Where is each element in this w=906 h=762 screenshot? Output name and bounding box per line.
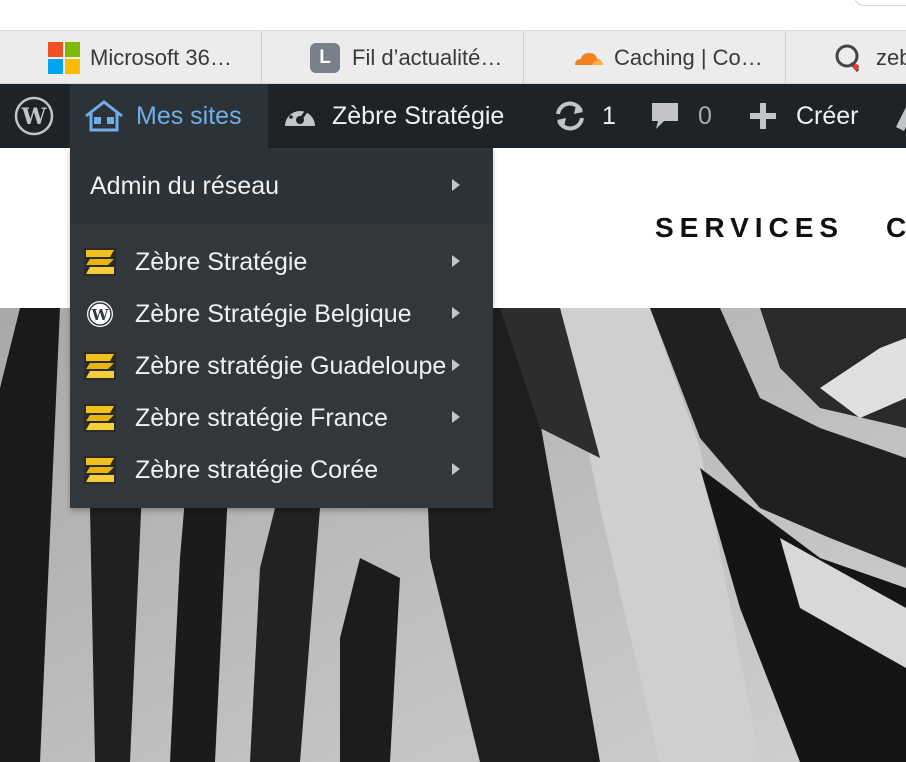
bookmark-divider <box>523 31 524 84</box>
bookmark-fil-actualite[interactable]: L Fil d’actualité… <box>310 31 520 84</box>
nav-item-services[interactable]: SERVICES <box>655 212 844 244</box>
browser-toolbar <box>0 0 906 30</box>
svg-text:W: W <box>21 104 47 130</box>
l-letter-icon: L <box>310 42 340 73</box>
network-admin-row: Admin du réseau <box>70 160 493 212</box>
wp-admin-bar: W Mes sites Zèbre Stratégie 1 0 Créer <box>0 84 906 148</box>
wordpress-icon: W <box>84 300 116 328</box>
comment-bubble-icon <box>650 100 680 132</box>
bookmark-divider <box>785 31 786 84</box>
zebre-logo-icon <box>84 456 116 484</box>
wordpress-logo-button[interactable]: W <box>0 84 68 148</box>
network-admin-item[interactable]: Admin du réseau <box>70 148 493 224</box>
q-logo-icon <box>834 43 862 73</box>
network-admin-label: Admin du réseau <box>90 171 280 200</box>
new-content-label: Créer <box>796 101 859 130</box>
updates-refresh-icon <box>552 100 588 132</box>
my-sites-dropdown: Admin du réseau Zèbre Stratégie W Zèbre … <box>70 148 493 508</box>
nav-item-partial[interactable]: C <box>886 212 906 244</box>
bookmark-label: zeb <box>876 44 906 70</box>
updates-button[interactable]: 1 <box>552 84 632 148</box>
new-content-menu[interactable]: Créer <box>748 84 878 148</box>
bookmark-label: Microsoft 36… <box>90 44 232 70</box>
site-item-label: Zèbre stratégie Guadeloupe <box>135 351 447 380</box>
submenu-arrow-icon <box>452 359 460 371</box>
site-item-label: Zèbre stratégie Corée <box>135 455 379 484</box>
dashboard-gauge-icon <box>282 100 318 132</box>
site-item-zebre-strategie-guadeloupe[interactable]: Zèbre stratégie Guadeloupe <box>70 340 493 392</box>
site-item-zebre-strategie-belgique[interactable]: W Zèbre Stratégie Belgique <box>70 288 493 340</box>
submenu-arrow-icon <box>452 179 460 191</box>
zebre-logo-icon <box>84 352 116 380</box>
site-item-label: Zèbre stratégie France <box>135 403 388 432</box>
submenu-arrow-icon <box>452 411 460 423</box>
my-sites-icon <box>84 100 124 132</box>
bookmark-label: Caching | Co… <box>614 44 763 70</box>
svg-text:W: W <box>91 306 110 324</box>
site-item-zebre-strategie-france[interactable]: Zèbre stratégie France <box>70 392 493 444</box>
comments-button[interactable]: 0 <box>650 84 730 148</box>
site-item-zebre-strategie[interactable]: Zèbre Stratégie <box>70 236 493 288</box>
submenu-arrow-icon <box>452 307 460 319</box>
bookmark-label: Fil d’actualité… <box>352 44 503 70</box>
microsoft-logo-icon <box>48 41 80 74</box>
my-sites-menu[interactable]: Mes sites <box>70 84 268 148</box>
zebre-logo-icon <box>84 404 116 432</box>
submenu-arrow-icon <box>452 255 460 267</box>
my-sites-label: Mes sites <box>136 101 242 130</box>
bookmarks-bar: Microsoft 36… L Fil d’actualité… Caching… <box>0 30 906 84</box>
bookmark-divider <box>261 31 262 84</box>
comments-count: 0 <box>698 101 712 130</box>
updates-count: 1 <box>602 101 616 130</box>
site-name-menu[interactable]: Zèbre Stratégie <box>282 84 532 148</box>
site-item-label: Zèbre Stratégie Belgique <box>135 299 412 328</box>
site-item-label: Zèbre Stratégie <box>135 247 308 276</box>
zebre-logo-icon <box>84 248 116 276</box>
wordpress-icon: W <box>14 96 54 136</box>
site-item-zebre-strategie-coree[interactable]: Zèbre stratégie Corée <box>70 444 493 496</box>
edit-brush-icon <box>892 101 906 131</box>
edit-site-menu[interactable] <box>892 84 906 148</box>
bookmark-microsoft[interactable]: Microsoft 36… <box>48 31 253 84</box>
bookmark-caching[interactable]: Caching | Co… <box>572 31 777 84</box>
cloudflare-icon <box>572 49 604 67</box>
plus-icon <box>748 101 778 131</box>
site-name-label: Zèbre Stratégie <box>332 101 505 130</box>
submenu-arrow-icon <box>452 463 460 475</box>
bookmark-zeb[interactable]: zeb <box>834 31 906 84</box>
browser-toolbar-pill[interactable] <box>854 0 906 6</box>
